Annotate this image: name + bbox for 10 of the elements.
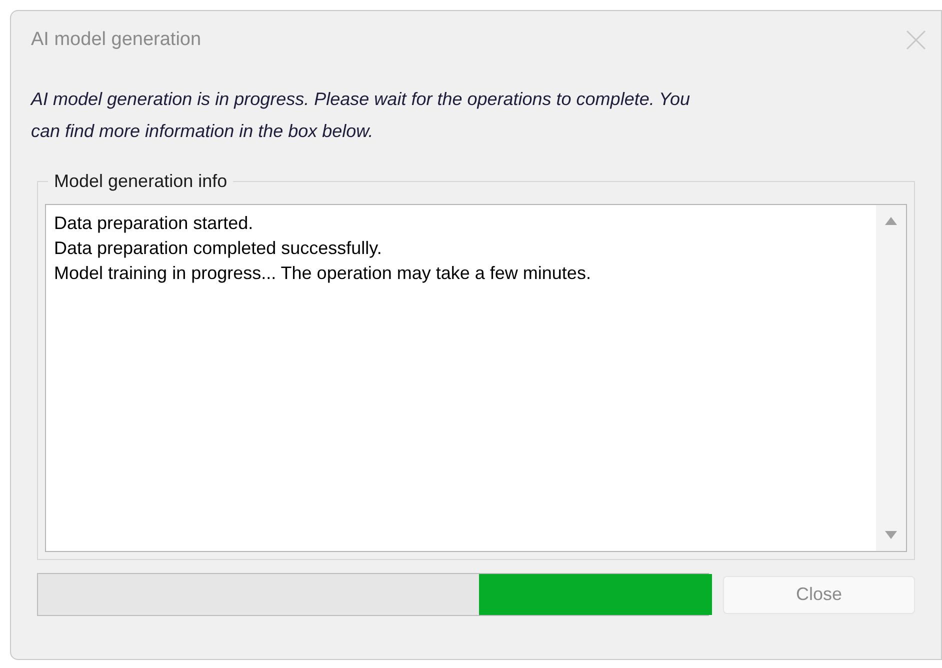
log-line: Data preparation started. (54, 212, 254, 235)
scroll-down-icon[interactable] (885, 531, 897, 539)
log-textbox[interactable]: Data preparation started. Data preparation completed successfully. Model training in progress... The operation may take a few minutes. (45, 204, 907, 552)
instruction-text: AI model generation is in progress. Please wait for the operations to complete. You can find more information in the box below. (29, 88, 692, 143)
close-icon[interactable] (905, 29, 927, 51)
log-line: Data preparation completed successfully. (54, 237, 383, 260)
scroll-up-icon[interactable] (885, 217, 897, 225)
log-line: Model training in progress... The operation may take a few minutes. (54, 262, 592, 285)
window-title: AI model generation (31, 28, 202, 52)
scrollbar[interactable] (876, 205, 906, 551)
